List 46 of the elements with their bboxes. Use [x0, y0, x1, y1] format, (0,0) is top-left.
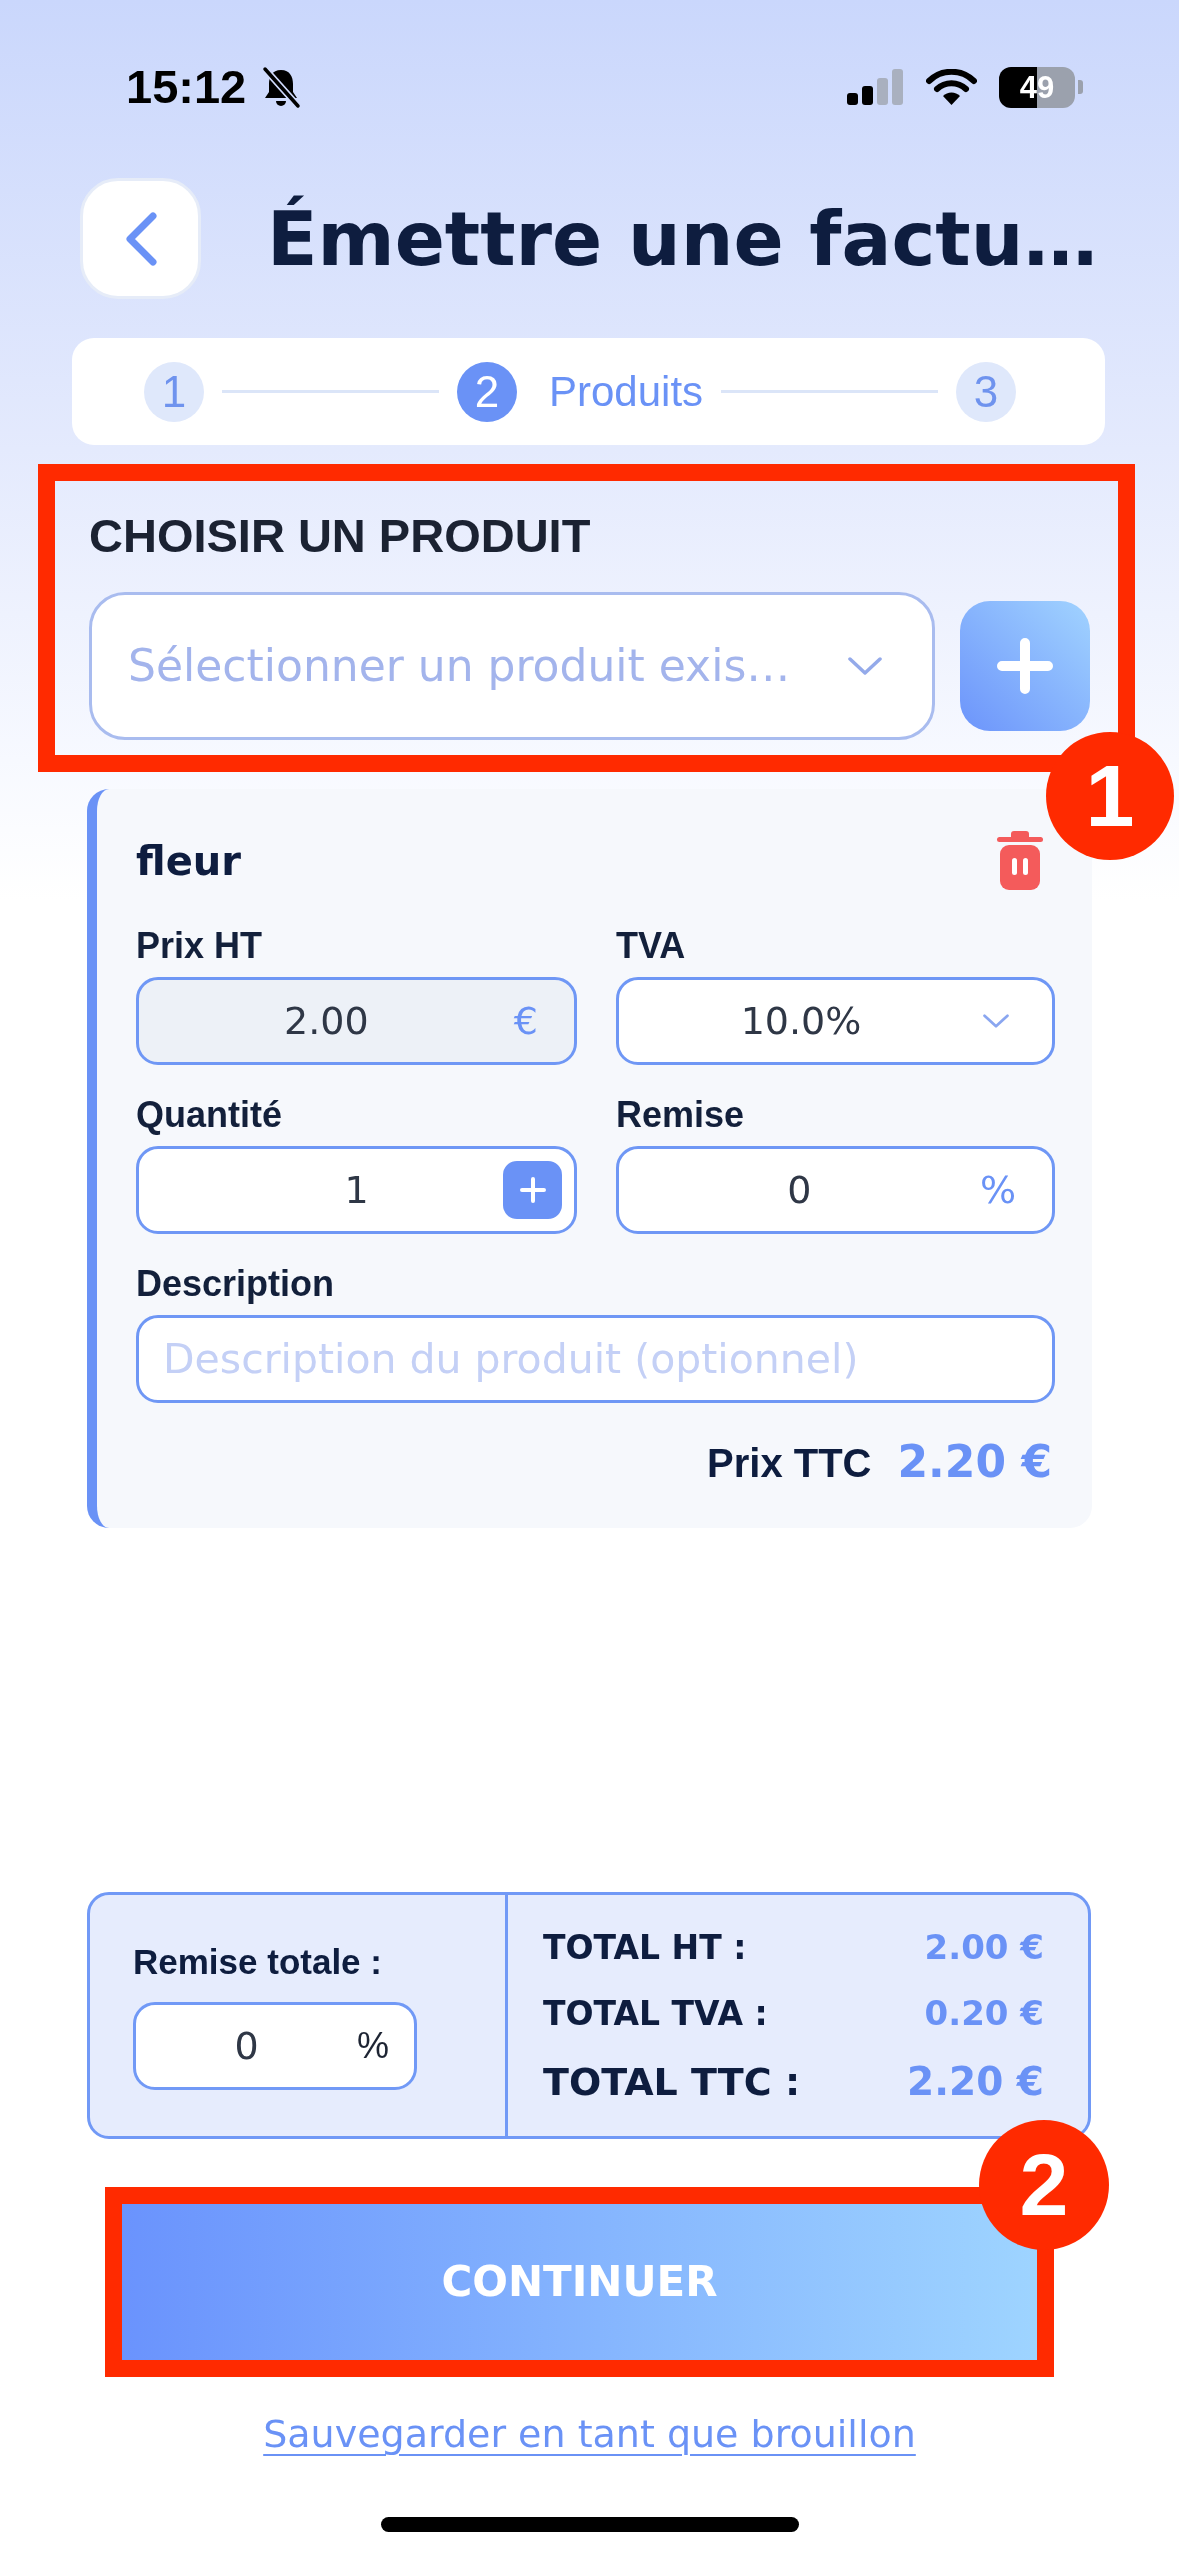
annotation-badge: 1: [1046, 732, 1174, 860]
wifi-icon: [926, 69, 977, 105]
description-field[interactable]: Description du produit (optionnel): [136, 1315, 1055, 1403]
plus-icon: [519, 1177, 546, 1203]
unit-label: %: [357, 2024, 389, 2068]
chevron-down-icon: [983, 1014, 1009, 1028]
status-time: 15:12: [126, 62, 247, 112]
unit-label: %: [979, 1167, 1016, 1213]
chevron-left-icon: [123, 211, 158, 266]
increment-button[interactable]: [503, 1161, 562, 1219]
page-title: Émettre une factu…: [267, 194, 1098, 284]
quantity-field[interactable]: 1: [136, 1146, 577, 1234]
plus-icon: [997, 638, 1053, 694]
price-value: 2.20 €: [897, 1438, 1052, 1486]
field-label: Quantité: [136, 1094, 282, 1136]
total-label: TOTAL TTC :: [543, 2058, 801, 2105]
total-label: TOTAL HT :: [543, 1927, 747, 1968]
trash-icon[interactable]: [996, 831, 1044, 890]
product-select[interactable]: Sélectionner un produit exis…: [89, 592, 935, 740]
step-label: Produits: [548, 366, 704, 417]
total-value: 2.20 €: [907, 2058, 1044, 2105]
field-label: Description: [136, 1263, 335, 1305]
step-indicator[interactable]: 3: [956, 361, 1016, 422]
add-product-button[interactable]: [960, 601, 1090, 731]
field-label: TVA: [616, 925, 686, 967]
price-label: Prix TTC: [707, 1440, 872, 1487]
field-label: Remise: [616, 1094, 745, 1136]
signal-icon: [847, 69, 903, 105]
bell-slash-icon: [261, 65, 302, 109]
product-name: fleur: [136, 836, 241, 885]
amount-field[interactable]: 0 %: [616, 1146, 1055, 1234]
field-label: Prix HT: [136, 925, 263, 967]
step-indicator[interactable]: 1: [144, 361, 204, 422]
step-indicator[interactable]: 2: [456, 361, 517, 422]
discount-field[interactable]: 0 %: [133, 2002, 417, 2090]
unit-label: €: [513, 998, 538, 1044]
vat-select[interactable]: 10.0%: [616, 977, 1055, 1065]
annotation-badge: 2: [979, 2120, 1109, 2250]
total-value: 0.20 €: [924, 1992, 1044, 2033]
back-button[interactable]: [80, 178, 201, 299]
chevron-down-icon: [848, 657, 882, 675]
discount-label: Remise totale :: [133, 1941, 382, 1983]
section-heading: CHOISIR UN PRODUIT: [89, 508, 591, 564]
total-value: 2.00 €: [924, 1926, 1044, 1967]
total-label: TOTAL TVA :: [543, 1993, 768, 2034]
save-draft-link[interactable]: Sauvegarder en tant que brouillon: [263, 2412, 916, 2456]
